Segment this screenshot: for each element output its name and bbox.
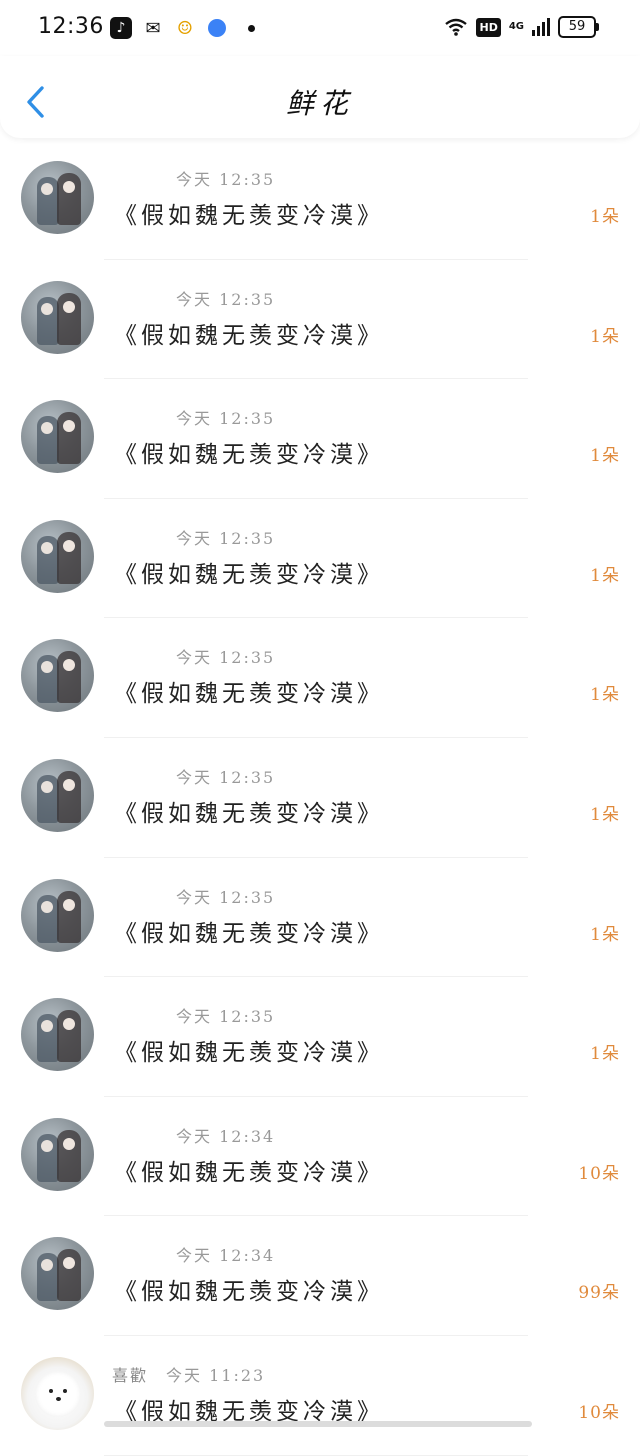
flower-count: 1朵: [590, 685, 620, 706]
network-type: 4G: [508, 21, 524, 32]
weibo-icon: ☺: [176, 17, 194, 39]
item-meta: 今天 12:35: [112, 884, 275, 908]
avatar[interactable]: [21, 400, 94, 474]
flower-count: 1朵: [590, 1044, 620, 1065]
item-meta: 今天 12:34: [112, 1123, 275, 1147]
work-title-link[interactable]: 《假如魏无羡变冷漠》: [114, 196, 384, 230]
list-item[interactable]: 今天 12:35 《假如魏无羡变冷漠》 1朵: [0, 379, 640, 499]
wechat-icon: ✉: [145, 17, 161, 39]
list-item[interactable]: 今天 12:35 《假如魏无羡变冷漠》 1朵: [0, 260, 640, 380]
flower-count: 1朵: [590, 446, 620, 467]
list-item[interactable]: 今天 12:35 《假如魏无羡变冷漠》 1朵: [0, 738, 640, 858]
work-title-link[interactable]: 《假如魏无羡变冷漠》: [114, 316, 384, 350]
notification-icons: ♪ ✉ ☺: [110, 17, 255, 39]
flower-count: 10朵: [578, 1402, 620, 1423]
avatar[interactable]: [21, 1356, 94, 1430]
work-title-link[interactable]: 《假如魏无羡变冷漠》: [114, 794, 384, 828]
flower-count: 1朵: [590, 326, 620, 347]
app-notification-icon: [208, 19, 226, 37]
work-title-link[interactable]: 《假如魏无羡变冷漠》: [114, 914, 384, 948]
hd-badge: HD: [476, 17, 501, 37]
more-notifications-dot-icon: [248, 24, 255, 32]
item-meta: 今天 12:35: [112, 525, 275, 549]
status-right: HD 4G 59: [444, 16, 599, 38]
timestamp: 今天 12:35: [176, 409, 276, 429]
item-meta: 今天 12:35: [112, 286, 275, 310]
timestamp: 今天 12:35: [176, 887, 276, 907]
timestamp: 今天 12:34: [176, 1246, 276, 1266]
list-item[interactable]: 今天 12:35 《假如魏无羡变冷漠》 1朵: [0, 140, 640, 260]
timestamp: 今天 12:35: [176, 289, 276, 309]
timestamp: 今天 12:35: [176, 1007, 276, 1027]
work-title-link[interactable]: 《假如魏无羡变冷漠》: [114, 435, 384, 469]
battery-icon: 59: [558, 16, 599, 38]
item-meta: 今天 12:35: [112, 405, 275, 429]
timestamp: 今天 12:35: [176, 648, 276, 668]
signal-icon: [532, 18, 550, 36]
work-title-link[interactable]: 《假如魏无羡变冷漠》: [114, 674, 384, 708]
item-meta: 喜歡 今天 11:23: [112, 1362, 265, 1386]
list-item[interactable]: 今天 12:34 《假如魏无羡变冷漠》 10朵: [0, 1097, 640, 1217]
work-title-link[interactable]: 《假如魏无羡变冷漠》: [114, 1153, 384, 1187]
avatar[interactable]: [21, 998, 94, 1072]
work-title-link[interactable]: 《假如魏无羡变冷漠》: [114, 555, 384, 589]
avatar[interactable]: [21, 639, 94, 713]
work-title-link[interactable]: 《假如魏无羡变冷漠》: [114, 1033, 384, 1067]
tiktok-icon: ♪: [110, 17, 132, 39]
list-item[interactable]: 今天 12:35 《假如魏无羡变冷漠》 1朵: [0, 858, 640, 978]
item-meta: 今天 12:35: [112, 1003, 275, 1027]
flower-count: 1朵: [590, 804, 620, 825]
flower-count: 99朵: [578, 1283, 620, 1304]
flower-count: 10朵: [578, 1163, 620, 1184]
work-title-link[interactable]: 《假如魏无羡变冷漠》: [114, 1272, 384, 1306]
avatar[interactable]: [21, 758, 94, 832]
avatar[interactable]: [21, 1117, 94, 1191]
item-meta: 今天 12:35: [112, 644, 275, 668]
timestamp: 今天 12:35: [176, 528, 276, 548]
avatar[interactable]: [21, 878, 94, 952]
item-meta: 今天 12:35: [112, 166, 275, 190]
page-title: 鲜花: [285, 87, 354, 120]
sender-name: 喜歡: [112, 1365, 149, 1385]
list-item[interactable]: 喜歡 今天 11:23 《假如魏无羡变冷漠》 10朵: [0, 1336, 640, 1456]
flower-count: 1朵: [590, 924, 620, 945]
wifi-icon: [445, 18, 468, 36]
avatar[interactable]: [21, 1237, 94, 1311]
list-item[interactable]: 今天 12:34 《假如魏无羡变冷漠》 99朵: [0, 1216, 640, 1336]
scrollbar[interactable]: [104, 1421, 532, 1427]
nav-bar: 鲜花: [0, 56, 640, 138]
list-item[interactable]: 今天 12:35 《假如魏无羡变冷漠》 1朵: [0, 977, 640, 1097]
timestamp: 今天 11:23: [166, 1365, 266, 1385]
avatar[interactable]: [21, 280, 94, 354]
item-meta: 今天 12:34: [112, 1242, 275, 1266]
timestamp: 今天 12:34: [176, 1126, 276, 1146]
timestamp: 今天 12:35: [176, 767, 276, 787]
flower-count: 1朵: [590, 565, 620, 586]
item-meta: 今天 12:35: [112, 764, 275, 788]
timestamp: 今天 12:35: [176, 170, 276, 189]
status-time: 12:36: [38, 14, 104, 39]
list-item[interactable]: 今天 12:35 《假如魏无羡变冷漠》 1朵: [0, 618, 640, 738]
list-item[interactable]: 今天 12:35 《假如魏无羡变冷漠》 1朵: [0, 499, 640, 619]
status-bar: 12:36 ♪ ✉ ☺ HD 4G 59: [0, 0, 640, 56]
divider: [104, 1454, 528, 1456]
flower-list: 今天 12:35 《假如魏无羡变冷漠》 1朵 今天 12:35 《假如魏无羡变冷漠》 1朵…: [0, 140, 640, 1456]
avatar[interactable]: [21, 519, 94, 593]
flower-count: 1朵: [590, 207, 620, 227]
avatar[interactable]: [21, 161, 94, 234]
